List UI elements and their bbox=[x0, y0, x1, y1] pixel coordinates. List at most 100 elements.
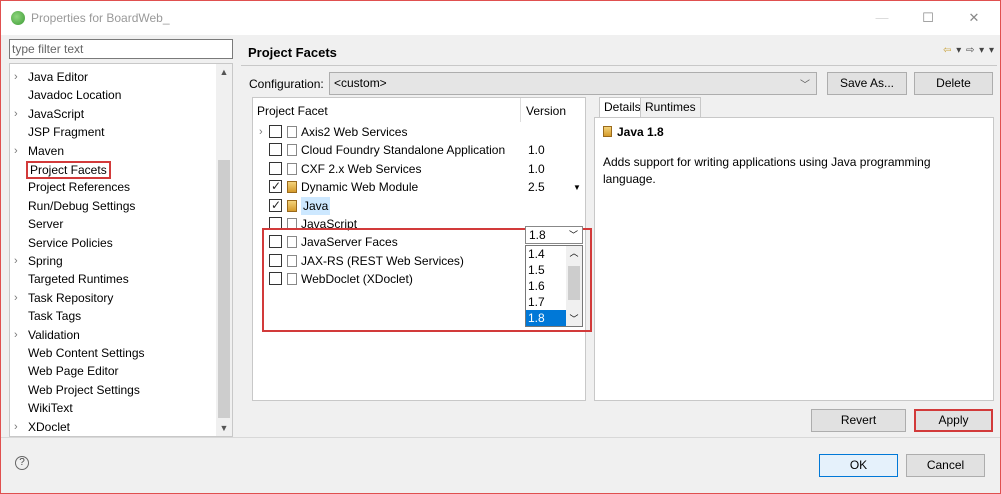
property-tree: ▲ ▼ › Java Editor Javadoc Location › JavaScr… bbox=[9, 63, 233, 437]
facet-checkbox[interactable] bbox=[269, 196, 282, 214]
expand-arrow-icon[interactable]: › bbox=[14, 68, 18, 86]
divider bbox=[241, 65, 997, 66]
expand-arrow-icon[interactable]: › bbox=[14, 105, 18, 123]
facet-icon bbox=[287, 126, 297, 138]
sidebar-item-label: WikiText bbox=[28, 401, 73, 416]
facet-icon bbox=[287, 162, 297, 175]
sidebar-item-label: Maven bbox=[28, 143, 65, 158]
facet-checkbox[interactable] bbox=[269, 143, 282, 157]
sidebar-item-label: Task Repository bbox=[28, 290, 114, 305]
column-divider bbox=[520, 98, 521, 122]
facet-name: Java bbox=[301, 196, 331, 215]
jar-icon bbox=[603, 126, 612, 137]
sidebar-item-label: Targeted Runtimes bbox=[28, 272, 129, 287]
col-version[interactable]: Version bbox=[526, 102, 566, 120]
configuration-select[interactable]: <custom> ﹀ bbox=[329, 72, 817, 95]
details-body: Java 1.8 Adds support for writing applic… bbox=[594, 117, 994, 401]
ok-button[interactable]: OK bbox=[819, 454, 898, 477]
version-select-value: 1.8 bbox=[529, 228, 546, 242]
sidebar-item-label: XDoclet bbox=[28, 419, 71, 434]
facet-row[interactable]: Java bbox=[253, 196, 585, 215]
close-icon[interactable]: ✕ bbox=[951, 7, 997, 29]
maximize-icon[interactable]: ☐ bbox=[905, 7, 951, 29]
sidebar-item-label: Validation bbox=[28, 327, 80, 342]
sidebar-item-label: Run/Debug Settings bbox=[28, 198, 136, 213]
minimize-icon[interactable]: — bbox=[859, 7, 905, 29]
back-arrow-icon[interactable]: ⇦ bbox=[943, 45, 952, 56]
dropdown-scrollbar[interactable]: ︿ ﹀ bbox=[566, 246, 582, 326]
detail-title: Java 1.8 bbox=[617, 125, 664, 139]
facet-name: Axis2 Web Services bbox=[301, 125, 408, 139]
facet-checkbox[interactable] bbox=[269, 125, 282, 138]
facet-row[interactable]: › Axis2 Web Services bbox=[253, 123, 585, 141]
scroll-thumb[interactable] bbox=[218, 160, 230, 418]
col-project-facet[interactable]: Project Facet bbox=[257, 102, 328, 120]
expand-arrow-icon[interactable]: › bbox=[14, 418, 18, 436]
facet-checkbox[interactable] bbox=[269, 177, 282, 195]
filter-input[interactable] bbox=[9, 39, 233, 59]
apply-button[interactable]: Apply bbox=[914, 409, 993, 432]
detail-description: Adds support for writing applications us… bbox=[603, 155, 931, 186]
version-option[interactable]: 1.5 bbox=[526, 262, 568, 278]
version-select[interactable]: 1.8 ﹀ bbox=[525, 226, 583, 244]
facet-row[interactable]: CXF 2.x Web Services 1.0 bbox=[253, 160, 585, 178]
expand-arrow-icon[interactable]: › bbox=[14, 326, 18, 344]
facet-version[interactable]: 2.5 bbox=[528, 178, 545, 196]
facet-version[interactable]: 1.0 bbox=[528, 160, 545, 178]
scroll-up-icon[interactable]: ︿ bbox=[566, 246, 582, 260]
scroll-down-icon[interactable]: ▼ bbox=[216, 420, 232, 436]
version-option[interactable]: 1.8 bbox=[526, 310, 568, 326]
details-panel: Details Runtimes Java 1.8 Adds support f… bbox=[594, 97, 994, 401]
tab-runtimes[interactable]: Runtimes bbox=[640, 97, 701, 117]
sidebar-item-label: Javadoc Location bbox=[28, 88, 122, 103]
facet-icon bbox=[287, 181, 297, 194]
cancel-button[interactable]: Cancel bbox=[906, 454, 985, 477]
tab-details[interactable]: Details bbox=[599, 97, 646, 118]
help-icon[interactable]: ? bbox=[15, 456, 29, 470]
sidebar-item-label: Project References bbox=[28, 180, 131, 195]
facet-name: Dynamic Web Module bbox=[301, 180, 419, 195]
delete-button[interactable]: Delete bbox=[914, 72, 993, 95]
configuration-value: <custom> bbox=[334, 76, 387, 90]
sidebar-item-label: Project Facets bbox=[26, 161, 111, 179]
scroll-thumb[interactable] bbox=[568, 266, 580, 300]
expand-arrow-icon[interactable]: › bbox=[14, 142, 18, 160]
expand-arrow-icon[interactable]: › bbox=[14, 252, 18, 270]
sidebar-item-label: Service Policies bbox=[28, 235, 113, 250]
facet-version[interactable]: 1.0 bbox=[528, 141, 545, 159]
facet-row[interactable]: Dynamic Web Module 2.5 ▼ bbox=[253, 177, 585, 197]
facet-name: CXF 2.x Web Services bbox=[301, 161, 422, 176]
sidebar-item-label: Task Tags bbox=[28, 309, 82, 324]
sidebar-item-label: Web Page Editor bbox=[28, 364, 119, 379]
facet-checkbox[interactable] bbox=[269, 161, 282, 175]
facets-table: Project Facet Version › Axis2 Web Service… bbox=[252, 97, 592, 401]
sidebar-item-label: Web Content Settings bbox=[28, 346, 145, 360]
tree-scrollbar[interactable]: ▲ ▼ bbox=[216, 64, 232, 436]
page-header: Project Facets ⇦ ▾ ⇨ ▾ ▾ bbox=[241, 39, 997, 65]
chevron-down-icon[interactable]: ▼ bbox=[573, 179, 581, 197]
configuration-label: Configuration: bbox=[249, 77, 324, 91]
version-option[interactable]: 1.6 bbox=[526, 278, 568, 294]
version-option[interactable]: 1.7 bbox=[526, 294, 568, 310]
history-nav[interactable]: ⇦ ▾ ⇨ ▾ ▾ bbox=[943, 45, 995, 56]
scroll-up-icon[interactable]: ▲ bbox=[216, 64, 232, 80]
page-title: Project Facets bbox=[248, 45, 337, 60]
expand-arrow-icon[interactable]: › bbox=[259, 123, 263, 141]
save-as-button[interactable]: Save As... bbox=[827, 72, 907, 95]
revert-button[interactable]: Revert bbox=[811, 409, 906, 432]
footer-divider bbox=[1, 437, 1000, 438]
sidebar-item-label: Spring bbox=[28, 254, 63, 268]
scroll-down-icon[interactable]: ﹀ bbox=[566, 312, 582, 326]
sidebar-item-label: Web Project Settings bbox=[28, 382, 140, 397]
expand-arrow-icon[interactable]: › bbox=[14, 289, 18, 307]
properties-dialog: Properties for BoardWeb_ — ☐ ✕ ▲ ▼ › Java… bbox=[0, 0, 1001, 494]
left-panel: ▲ ▼ › Java Editor Javadoc Location › JavaScr… bbox=[9, 39, 233, 437]
facet-icon bbox=[287, 144, 297, 157]
window-title: Properties for BoardWeb_ bbox=[31, 11, 170, 25]
facet-icon bbox=[287, 199, 297, 212]
facet-name: Cloud Foundry Standalone Application bbox=[301, 143, 506, 158]
forward-arrow-icon[interactable]: ⇨ bbox=[966, 45, 975, 56]
version-option[interactable]: 1.4 bbox=[526, 246, 568, 262]
sidebar-item-label: Server bbox=[28, 217, 64, 232]
facet-row[interactable]: Cloud Foundry Standalone Application 1.0 bbox=[253, 141, 585, 159]
